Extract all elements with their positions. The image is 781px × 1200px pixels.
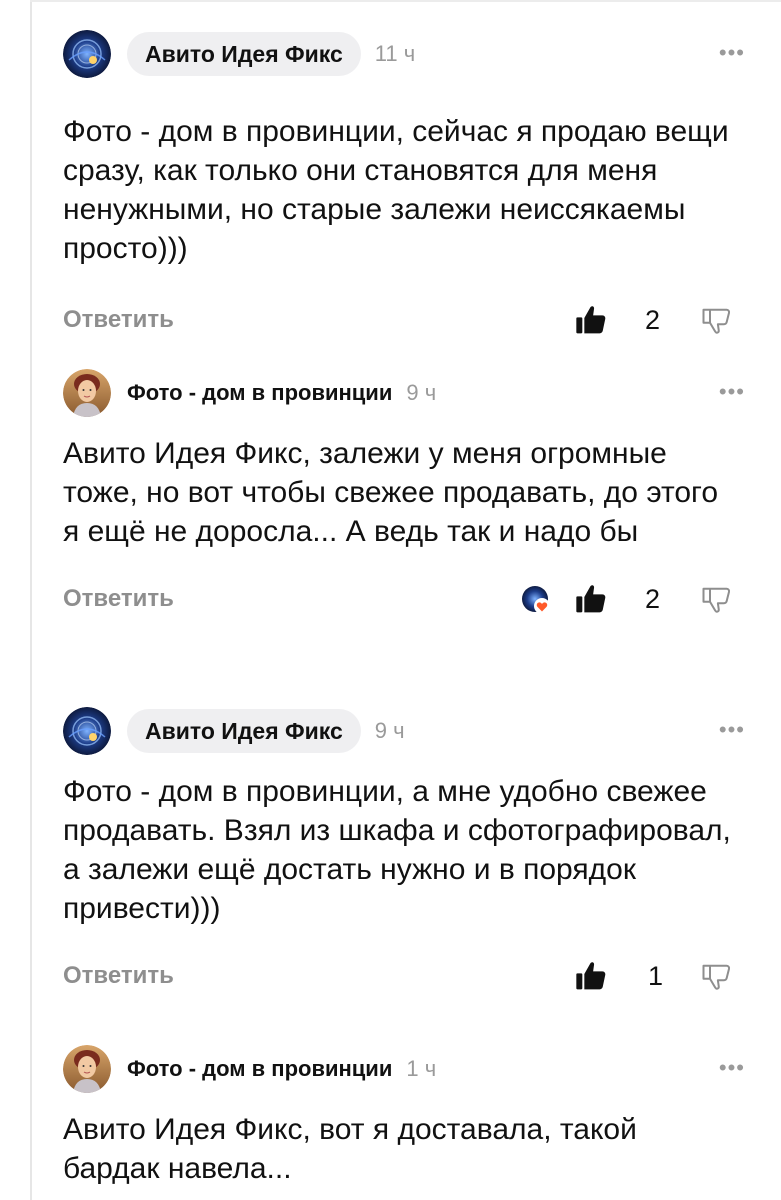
like-count: 2	[645, 305, 661, 335]
divider	[30, 0, 781, 2]
comment: Фото - дом в провинции 1 ч ••• Авито Иде…	[63, 1044, 744, 1188]
comment-header: Фото - дом в провинции 1 ч •••	[63, 1044, 744, 1094]
comment-time: 11 ч	[374, 41, 416, 66]
comment-time: 1 ч	[406, 1056, 437, 1081]
avatar[interactable]	[63, 1045, 111, 1093]
avatar[interactable]	[63, 30, 111, 78]
thumbs-up-icon[interactable]	[575, 304, 607, 336]
comment-actions: Ответить 2	[63, 300, 733, 340]
thread-line	[30, 0, 32, 1200]
comment-text: Авито Идея Фикс, залежи у меня огромные …	[63, 437, 719, 548]
comment-text: Фото - дом в провинции, сейчас я продаю …	[63, 115, 729, 265]
comment-time: 9 ч	[374, 718, 405, 743]
comment: Авито Идея Фикс 9 ч ••• Фото - дом в про…	[63, 706, 744, 996]
author-name[interactable]: Фото - дом в провинции	[127, 1056, 392, 1082]
thumbs-up-icon[interactable]	[575, 960, 607, 992]
like-count: 1	[648, 961, 664, 991]
comment-text: Фото - дом в провинции, а мне удобно све…	[63, 775, 731, 925]
thumbs-up-icon[interactable]	[575, 583, 607, 615]
comment-header: Авито Идея Фикс 11 ч •••	[63, 29, 744, 79]
more-dots-icon[interactable]: •••	[719, 42, 745, 64]
comment-actions: Ответить 1	[63, 956, 733, 996]
comment: Авито Идея Фикс 11 ч ••• Фото - дом в пр…	[63, 29, 744, 340]
reactor-avatar-icon	[522, 586, 550, 614]
thumbs-down-icon[interactable]	[701, 306, 731, 336]
thumbs-down-icon[interactable]	[701, 585, 731, 615]
reply-button[interactable]: Ответить	[63, 579, 174, 619]
author-name[interactable]: Фото - дом в провинции	[127, 380, 392, 406]
avatar[interactable]	[63, 369, 111, 417]
more-dots-icon[interactable]: •••	[719, 381, 745, 403]
comment-header: Фото - дом в провинции 9 ч •••	[63, 368, 744, 418]
like-count: 2	[645, 584, 661, 614]
comment-text: Авито Идея Фикс, вот я доставала, такой …	[63, 1113, 637, 1185]
reply-button[interactable]: Ответить	[63, 300, 174, 340]
avatar[interactable]	[63, 707, 111, 755]
thumbs-down-icon[interactable]	[701, 962, 731, 992]
comments-thread: Авито Идея Фикс 11 ч ••• Фото - дом в пр…	[0, 0, 781, 1200]
more-dots-icon[interactable]: •••	[719, 1057, 745, 1079]
author-name[interactable]: Авито Идея Фикс	[127, 709, 361, 753]
more-dots-icon[interactable]: •••	[719, 719, 745, 741]
comment: Фото - дом в провинции 9 ч ••• Авито Иде…	[63, 368, 744, 619]
comment-header: Авито Идея Фикс 9 ч •••	[63, 706, 744, 756]
author-name[interactable]: Авито Идея Фикс	[127, 32, 361, 76]
comment-time: 9 ч	[406, 380, 437, 405]
reply-button[interactable]: Ответить	[63, 956, 174, 996]
comment-actions: Ответить 2	[63, 579, 733, 619]
